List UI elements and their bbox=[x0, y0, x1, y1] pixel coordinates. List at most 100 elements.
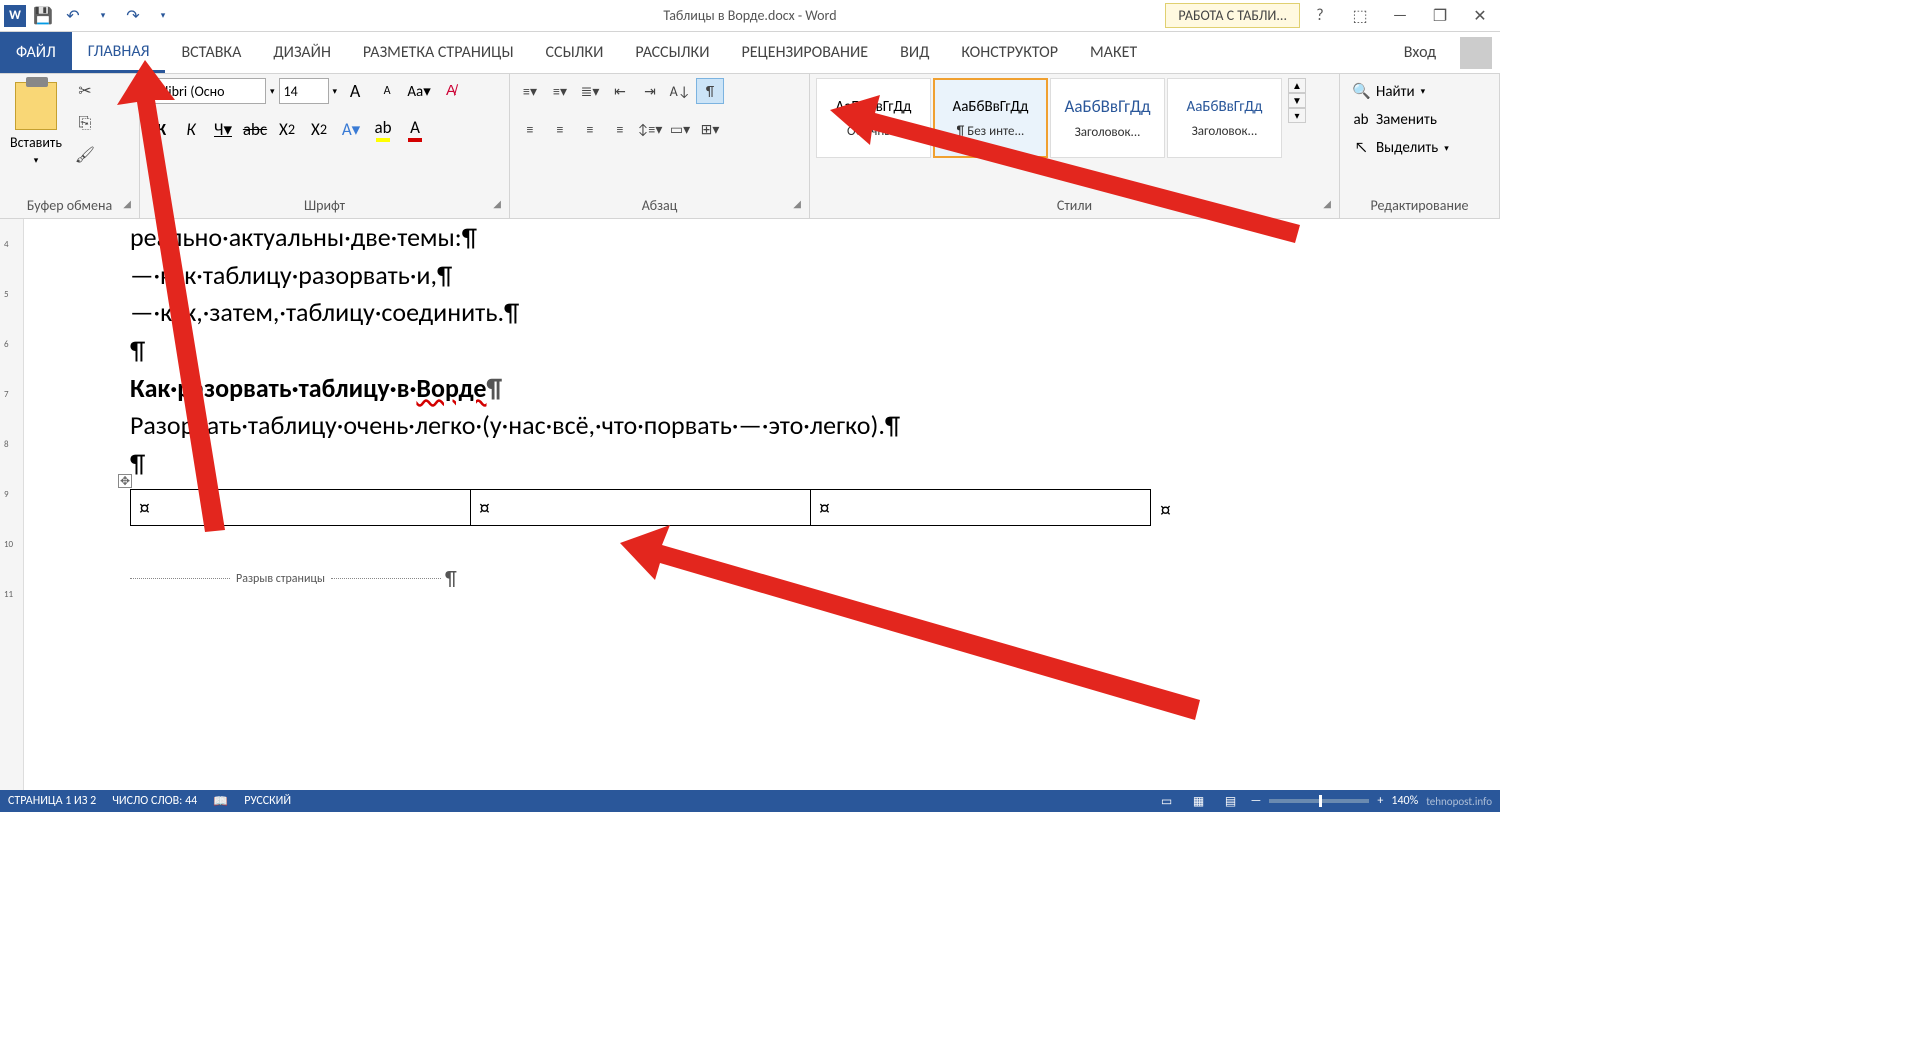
highlight-button[interactable]: ab bbox=[370, 116, 396, 142]
doc-line[interactable]: —·как,·затем,·таблицу·соединить.¶ bbox=[130, 294, 1500, 332]
decrease-indent-icon[interactable]: ⇤ bbox=[606, 78, 634, 104]
clipboard-icon bbox=[15, 82, 57, 130]
save-icon[interactable]: 💾 bbox=[30, 3, 56, 29]
document-page[interactable]: реально·актуальны·две·темы:¶ —·как·табли… bbox=[30, 219, 1500, 790]
grow-font-icon[interactable]: A bbox=[341, 78, 369, 104]
status-proofing-icon[interactable]: 📖 bbox=[213, 794, 228, 809]
tab-review[interactable]: РЕЦЕНЗИРОВАНИЕ bbox=[725, 32, 884, 73]
select-button[interactable]: ↖Выделить▾ bbox=[1346, 135, 1455, 161]
view-print-icon[interactable]: ▦ bbox=[1187, 792, 1211, 810]
clipboard-launcher-icon[interactable]: ◢ bbox=[123, 197, 131, 210]
bullet-list-icon[interactable]: ≡▾ bbox=[516, 78, 544, 104]
strikethrough-button[interactable]: abc bbox=[242, 116, 268, 142]
tab-insert[interactable]: ВСТАВКА bbox=[165, 32, 257, 73]
increase-indent-icon[interactable]: ⇥ bbox=[636, 78, 664, 104]
underline-button[interactable]: Ч▾ bbox=[210, 116, 236, 142]
styles-scroll-up-icon[interactable]: ▲ bbox=[1288, 78, 1306, 93]
subscript-button[interactable]: X2 bbox=[274, 116, 300, 142]
undo-icon[interactable]: ↶ bbox=[60, 3, 86, 29]
signin-button[interactable]: Вход bbox=[1388, 43, 1452, 62]
view-read-icon[interactable]: ▭ bbox=[1155, 792, 1179, 810]
tab-view[interactable]: ВИД bbox=[884, 32, 945, 73]
table-cell[interactable]: ¤ bbox=[811, 489, 1151, 525]
justify-icon[interactable]: ≡ bbox=[606, 116, 634, 142]
align-left-icon[interactable]: ≡ bbox=[516, 116, 544, 142]
redo-icon[interactable]: ↷ bbox=[120, 3, 146, 29]
tab-table-layout[interactable]: МАКЕТ bbox=[1074, 32, 1153, 73]
style-no-spacing[interactable]: АаБбВвГгДд ¶ Без инте... bbox=[933, 78, 1048, 158]
tab-file[interactable]: ФАЙЛ bbox=[0, 32, 72, 73]
help-icon[interactable]: ? bbox=[1300, 2, 1340, 30]
doc-line[interactable]: ¶ bbox=[130, 332, 1500, 370]
cut-icon[interactable]: ✂ bbox=[72, 78, 98, 104]
paragraph-group-label: Абзац◢ bbox=[516, 195, 803, 216]
paste-button[interactable]: Вставить ▾ bbox=[6, 78, 66, 170]
bold-button[interactable]: Ж bbox=[146, 116, 172, 142]
minimize-icon[interactable]: — bbox=[1380, 2, 1420, 30]
word-table[interactable]: ¤ ¤ ¤ bbox=[130, 489, 1151, 526]
table-cell[interactable]: ¤ bbox=[471, 489, 811, 525]
tab-mailings[interactable]: РАССЫЛКИ bbox=[619, 32, 725, 73]
undo-dropdown-icon[interactable]: ▾ bbox=[90, 3, 116, 29]
styles-more-icon[interactable]: ▾ bbox=[1288, 108, 1306, 123]
style-heading2[interactable]: АаБбВвГгДд Заголовок... bbox=[1167, 78, 1282, 158]
doc-line[interactable]: ¶ bbox=[130, 445, 1500, 483]
qat-customize-icon[interactable]: ▾ bbox=[150, 3, 176, 29]
style-name: Заголовок... bbox=[1192, 124, 1258, 139]
copy-icon[interactable]: ⎘ bbox=[72, 110, 98, 136]
zoom-in-icon[interactable]: + bbox=[1377, 794, 1383, 808]
line-spacing-icon[interactable]: ↕≡▾ bbox=[636, 116, 664, 142]
tab-design[interactable]: ДИЗАЙН bbox=[257, 32, 347, 73]
font-color-button[interactable]: A bbox=[402, 116, 428, 142]
close-icon[interactable]: ✕ bbox=[1460, 2, 1500, 30]
zoom-level[interactable]: 140% bbox=[1391, 794, 1418, 808]
change-case-icon[interactable]: Aa▾ bbox=[405, 78, 433, 104]
tab-table-design[interactable]: КОНСТРУКТОР bbox=[945, 32, 1074, 73]
doc-line[interactable]: Разорвать·таблицу·очень·легко·(у·нас·всё… bbox=[130, 407, 1500, 445]
multilevel-list-icon[interactable]: ≣▾ bbox=[576, 78, 604, 104]
clear-formatting-icon[interactable]: A̸ bbox=[437, 78, 465, 104]
styles-launcher-icon[interactable]: ◢ bbox=[1323, 197, 1331, 210]
status-page[interactable]: СТРАНИЦА 1 ИЗ 2 bbox=[8, 794, 96, 808]
user-avatar-icon[interactable] bbox=[1460, 37, 1492, 69]
doc-heading[interactable]: Как·разорвать·таблицу·в·Ворде¶ bbox=[130, 370, 1500, 408]
style-heading1[interactable]: АаБбВвГгДд Заголовок... bbox=[1050, 78, 1165, 158]
show-pilcrow-button[interactable]: ¶ bbox=[696, 78, 724, 104]
status-word-count[interactable]: ЧИСЛО СЛОВ: 44 bbox=[112, 794, 197, 808]
doc-line[interactable]: реально·актуальны·две·темы:¶ bbox=[130, 219, 1500, 257]
borders-icon[interactable]: ⊞▾ bbox=[696, 116, 724, 142]
sort-icon[interactable]: A↓ bbox=[666, 78, 694, 104]
font-name-input[interactable] bbox=[146, 78, 266, 104]
doc-line[interactable]: —·как·таблицу·разорвать·и,¶ bbox=[130, 257, 1500, 295]
tab-home[interactable]: ГЛАВНАЯ bbox=[72, 32, 166, 73]
align-right-icon[interactable]: ≡ bbox=[576, 116, 604, 142]
tab-page-layout[interactable]: РАЗМЕТКА СТРАНИЦЫ bbox=[347, 32, 530, 73]
font-launcher-icon[interactable]: ◢ bbox=[493, 197, 501, 210]
status-language[interactable]: РУССКИЙ bbox=[244, 794, 291, 808]
format-painter-icon[interactable]: 🖌 bbox=[72, 142, 98, 168]
replace-button[interactable]: abЗаменить bbox=[1346, 107, 1443, 133]
zoom-out-icon[interactable]: — bbox=[1251, 794, 1262, 808]
paragraph-launcher-icon[interactable]: ◢ bbox=[793, 197, 801, 210]
number-list-icon[interactable]: ≡▾ bbox=[546, 78, 574, 104]
align-center-icon[interactable]: ≡ bbox=[546, 116, 574, 142]
text-effects-icon[interactable]: A▾ bbox=[338, 116, 364, 142]
clipboard-group-label: Буфер обмена◢ bbox=[6, 195, 133, 216]
table-cell[interactable]: ¤ bbox=[131, 489, 471, 525]
restore-icon[interactable]: ❐ bbox=[1420, 2, 1460, 30]
ribbon-display-icon[interactable]: ⬚ bbox=[1340, 2, 1380, 30]
find-button[interactable]: 🔍Найти▾ bbox=[1346, 78, 1431, 105]
zoom-slider[interactable] bbox=[1269, 799, 1369, 803]
table-move-handle-icon[interactable]: ✥ bbox=[118, 474, 132, 488]
shading-icon[interactable]: ▭▾ bbox=[666, 116, 694, 142]
view-web-icon[interactable]: ▤ bbox=[1219, 792, 1243, 810]
page-break-indicator: Разрыв страницы ¶ bbox=[130, 567, 1500, 591]
font-size-input[interactable] bbox=[279, 78, 329, 104]
styles-scroll-down-icon[interactable]: ▼ bbox=[1288, 93, 1306, 108]
italic-button[interactable]: К bbox=[178, 116, 204, 142]
table-row[interactable]: ¤ ¤ ¤ bbox=[131, 489, 1151, 525]
shrink-font-icon[interactable]: A bbox=[373, 78, 401, 104]
style-normal[interactable]: АаБбВвГгДд Обычный bbox=[816, 78, 931, 158]
tab-references[interactable]: ССЫЛКИ bbox=[530, 32, 620, 73]
superscript-button[interactable]: X2 bbox=[306, 116, 332, 142]
